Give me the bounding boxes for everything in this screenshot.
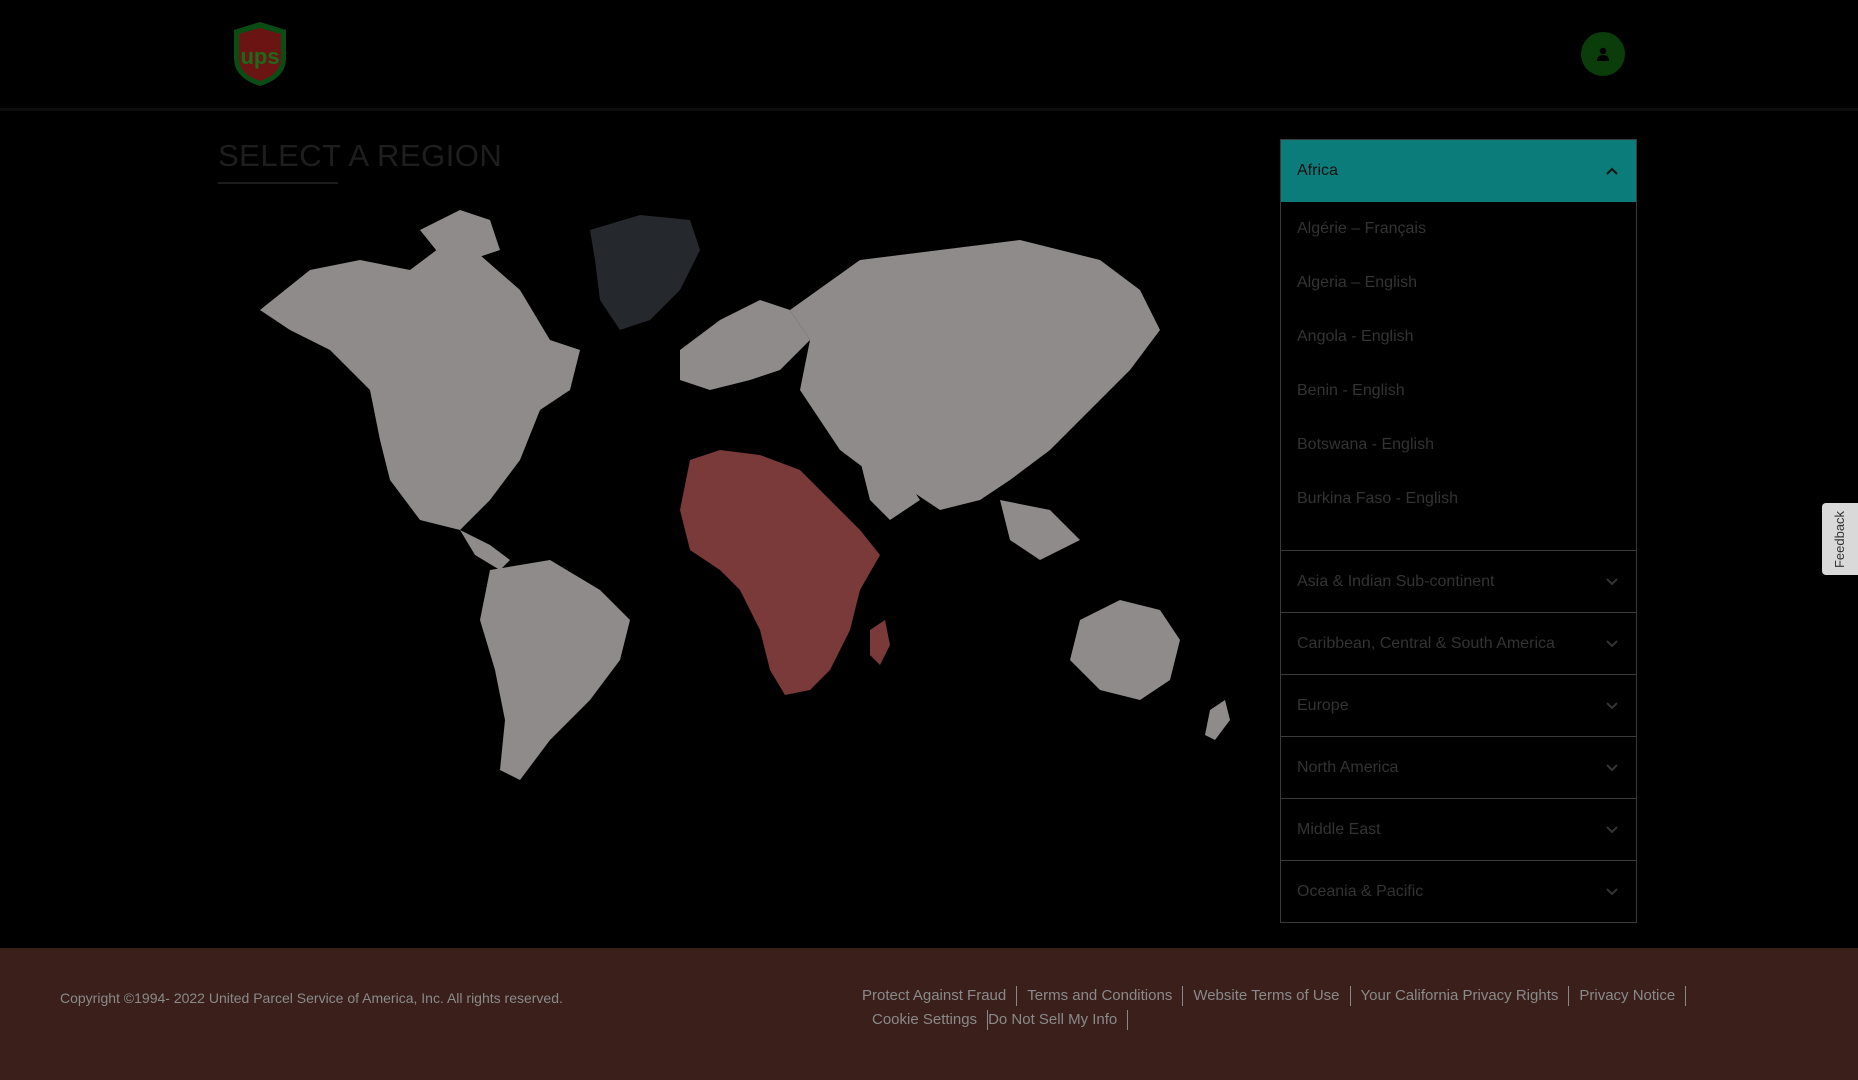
page-title: SELECT A REGION: [218, 138, 503, 173]
region-label: Asia & Indian Sub-continent: [1297, 572, 1495, 590]
region-header-oceania[interactable]: Oceania & Pacific: [1281, 861, 1636, 923]
user-icon: [1597, 47, 1609, 61]
region-header-caribbean[interactable]: Caribbean, Central & South America: [1281, 613, 1636, 675]
chevron-down-icon: [1606, 577, 1618, 585]
map-madagascar[interactable]: [870, 620, 890, 665]
footer-link-website-terms[interactable]: Website Terms of Use: [1183, 986, 1351, 1006]
footer-link-terms[interactable]: Terms and Conditions: [1017, 986, 1184, 1006]
country-link[interactable]: Algeria – English: [1281, 264, 1636, 318]
site-footer: Copyright ©1994- 2022 United Parcel Serv…: [0, 948, 1858, 1080]
chevron-down-icon: [1606, 825, 1618, 833]
world-map: [260, 210, 1230, 780]
map-greenland[interactable]: [590, 215, 700, 330]
region-accordion: Africa Algérie – Français Algeria – Engl…: [1280, 139, 1637, 923]
footer-link-california-privacy[interactable]: Your California Privacy Rights: [1351, 986, 1570, 1006]
region-label: North America: [1297, 758, 1399, 776]
map-central-america[interactable]: [460, 530, 510, 570]
region-africa-list: Algérie – Français Algeria – English Ang…: [1281, 202, 1636, 551]
account-button[interactable]: [1581, 32, 1625, 76]
map-southeast-asia[interactable]: [1000, 500, 1080, 560]
region-header-asia[interactable]: Asia & Indian Sub-continent: [1281, 551, 1636, 613]
region-header-north-america[interactable]: North America: [1281, 737, 1636, 799]
region-label: Middle East: [1297, 820, 1381, 838]
ups-logo[interactable]: ups: [230, 20, 290, 88]
map-asia[interactable]: [790, 240, 1160, 510]
country-link[interactable]: Botswana - English: [1281, 426, 1636, 480]
region-label: Africa: [1297, 161, 1338, 179]
site-header: ups: [0, 0, 1858, 111]
map-europe[interactable]: [680, 300, 810, 390]
map-south-america[interactable]: [480, 560, 630, 780]
region-header-europe[interactable]: Europe: [1281, 675, 1636, 737]
chevron-up-icon: [1606, 167, 1618, 175]
title-underline: [218, 182, 338, 184]
feedback-tab[interactable]: Feedback: [1822, 503, 1858, 575]
region-header-middle-east[interactable]: Middle East: [1281, 799, 1636, 861]
chevron-down-icon: [1606, 763, 1618, 771]
chevron-down-icon: [1606, 639, 1618, 647]
feedback-label: Feedback: [1832, 510, 1848, 568]
region-label: Europe: [1297, 696, 1349, 714]
map-new-zealand[interactable]: [1205, 700, 1230, 740]
logo-text: ups: [240, 44, 279, 69]
country-link[interactable]: Benin - English: [1281, 372, 1636, 426]
footer-links: Protect Against Fraud Terms and Conditio…: [862, 986, 1802, 1034]
region-label: Caribbean, Central & South America: [1297, 634, 1555, 652]
footer-link-fraud[interactable]: Protect Against Fraud: [862, 986, 1018, 1006]
region-header-africa[interactable]: Africa: [1281, 140, 1636, 202]
footer-link-privacy-notice[interactable]: Privacy Notice: [1569, 986, 1687, 1006]
footer-link-do-not-sell[interactable]: Do Not Sell My Info: [988, 1010, 1129, 1030]
footer-link-cookie-settings[interactable]: Cookie Settings: [862, 1010, 989, 1030]
country-link[interactable]: Algérie – Français: [1281, 210, 1636, 264]
chevron-down-icon: [1606, 887, 1618, 895]
copyright-text: Copyright ©1994- 2022 United Parcel Serv…: [60, 990, 563, 1006]
map-north-america[interactable]: [260, 240, 580, 530]
region-label: Oceania & Pacific: [1297, 882, 1424, 900]
country-link[interactable]: Angola - English: [1281, 318, 1636, 372]
country-link[interactable]: Burkina Faso - English: [1281, 480, 1636, 534]
chevron-down-icon: [1606, 701, 1618, 709]
map-australia[interactable]: [1070, 600, 1180, 700]
map-canada-islands[interactable]: [420, 210, 500, 260]
map-africa[interactable]: [680, 450, 880, 695]
